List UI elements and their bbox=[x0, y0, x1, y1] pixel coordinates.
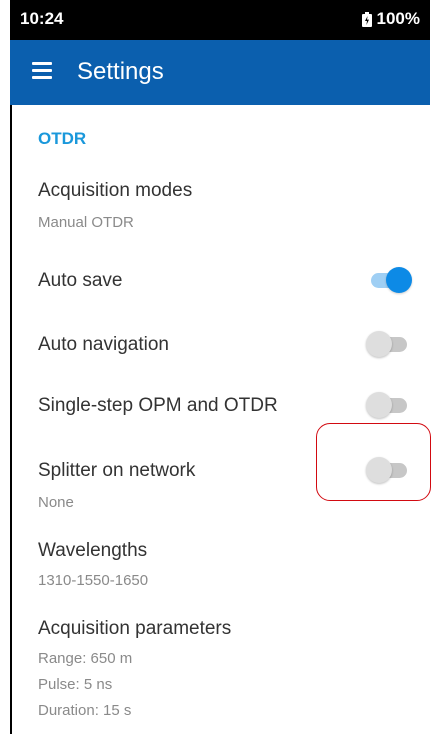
app-title: Settings bbox=[77, 58, 164, 85]
toggle-thumb bbox=[366, 392, 392, 418]
setting-single-step: Single-step OPM and OTDR bbox=[10, 377, 430, 433]
setting-value: None bbox=[38, 494, 74, 511]
param-duration: Duration: 15 s bbox=[38, 702, 132, 719]
setting-title: Auto save bbox=[38, 270, 123, 291]
toggle-thumb bbox=[386, 267, 412, 293]
status-time: 10:24 bbox=[20, 9, 64, 28]
setting-title: Single-step OPM and OTDR bbox=[38, 395, 278, 416]
battery-percent: 100% bbox=[376, 9, 420, 28]
single-step-toggle[interactable] bbox=[366, 391, 412, 419]
auto-navigation-toggle[interactable] bbox=[366, 330, 412, 358]
setting-value: Manual OTDR bbox=[38, 214, 134, 231]
section-header-otdr: OTDR bbox=[38, 129, 87, 148]
setting-title: Wavelengths bbox=[38, 540, 148, 561]
status-bar: 10:24 100% bbox=[10, 0, 430, 40]
setting-value: 1310-1550-1650 bbox=[38, 572, 149, 589]
setting-title: Acquisition parameters bbox=[38, 618, 232, 639]
setting-title: Splitter on network bbox=[38, 460, 196, 481]
splitter-toggle[interactable] bbox=[366, 456, 412, 484]
auto-save-toggle[interactable] bbox=[366, 266, 412, 294]
battery-charging-icon bbox=[361, 11, 372, 27]
toggle-thumb bbox=[366, 331, 392, 357]
setting-auto-save: Auto save bbox=[10, 252, 430, 308]
setting-title: Auto navigation bbox=[38, 334, 169, 355]
setting-title: Acquisition modes bbox=[38, 180, 193, 201]
hamburger-menu-icon[interactable] bbox=[32, 62, 54, 80]
setting-splitter-on-network: Splitter on network None bbox=[10, 450, 430, 520]
toggle-thumb bbox=[366, 457, 392, 483]
setting-acquisition-parameters[interactable]: Acquisition parameters Range: 650 m Puls… bbox=[10, 610, 430, 734]
setting-auto-navigation: Auto navigation bbox=[10, 316, 430, 372]
settings-screen: 10:24 100% Settings OTDR Acquisition mod… bbox=[10, 0, 430, 734]
app-bar: Settings bbox=[10, 40, 430, 105]
setting-wavelengths[interactable]: Wavelengths 1310-1550-1650 bbox=[10, 532, 430, 602]
param-range: Range: 650 m bbox=[38, 650, 133, 667]
status-right: 100% bbox=[361, 9, 420, 29]
param-pulse: Pulse: 5 ns bbox=[38, 676, 113, 693]
setting-acquisition-modes[interactable]: Acquisition modes Manual OTDR bbox=[10, 170, 430, 240]
